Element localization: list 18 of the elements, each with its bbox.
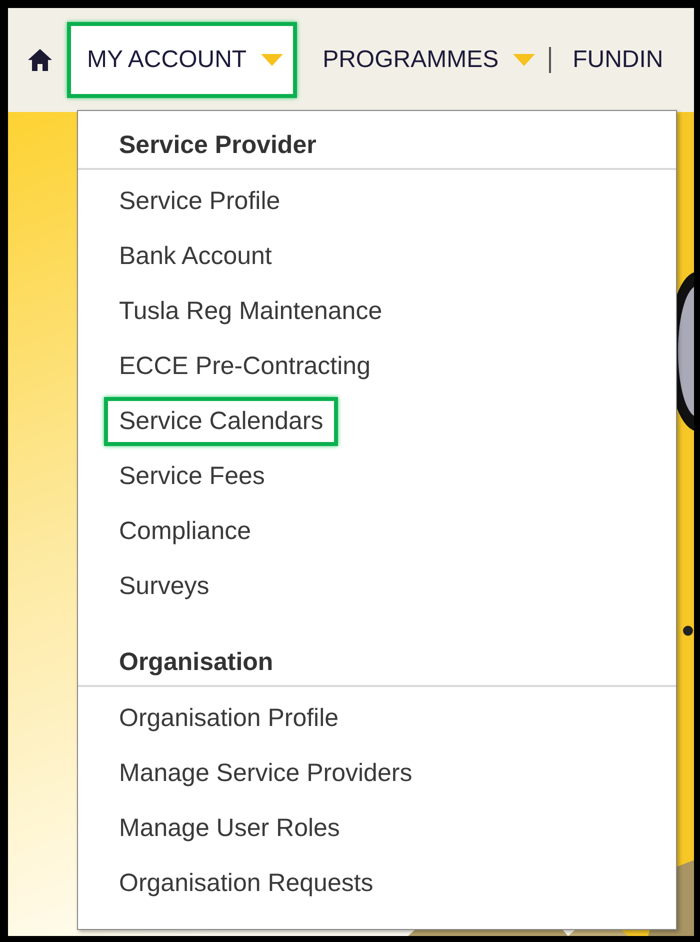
menu-item[interactable]: Manage User Roles <box>104 804 355 853</box>
menu-item[interactable]: Manage Service Providers <box>104 749 428 798</box>
menu-item[interactable]: Bank Account <box>104 232 287 281</box>
menu-item[interactable]: Organisation Profile <box>104 694 354 743</box>
menu-item[interactable]: Surveys <box>104 562 224 611</box>
section-heading: Service Provider <box>118 130 318 161</box>
nav-menu-item[interactable]: FUNDIN <box>552 22 678 98</box>
menu-item[interactable]: Service Fees <box>104 452 280 501</box>
menu-item[interactable]: ECCE Pre-Contracting <box>104 342 386 391</box>
nav-menu-item[interactable]: PROGRAMMES <box>302 22 549 98</box>
menu-item[interactable]: Compliance <box>104 507 266 556</box>
menu-item[interactable]: Service Calendars <box>104 397 338 446</box>
menu-item[interactable]: Organisation Requests <box>104 859 388 908</box>
menu-item[interactable]: Service Profile <box>104 177 296 226</box>
menu-item[interactable]: Tusla Reg Maintenance <box>104 287 398 336</box>
home-icon[interactable] <box>27 48 53 72</box>
nav-menu-item[interactable]: MY ACCOUNT <box>67 22 297 98</box>
section-heading: Organisation <box>118 647 274 678</box>
